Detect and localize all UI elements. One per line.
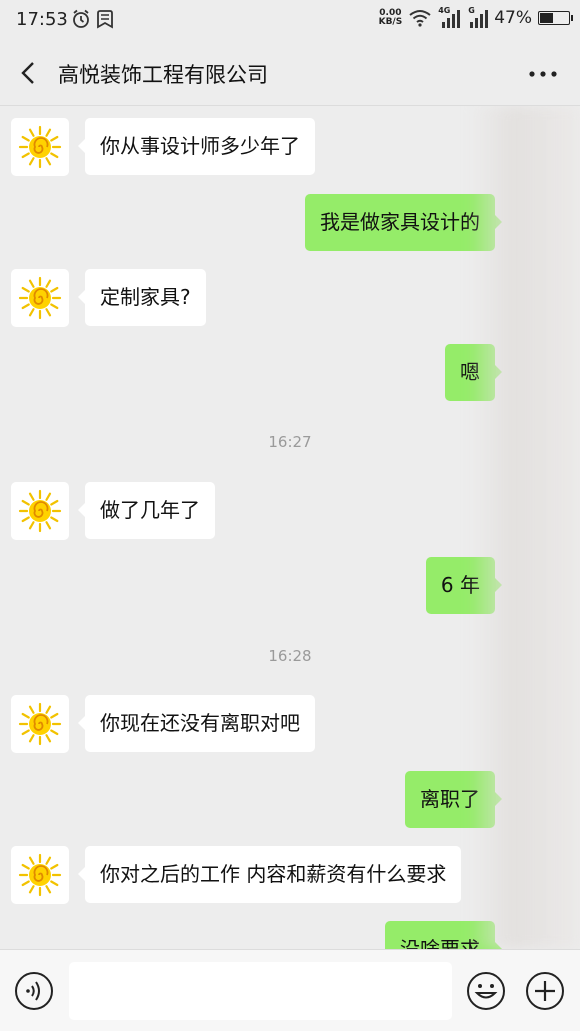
message-bubble-incoming[interactable]: 你现在还没有离职对吧 [78,695,315,752]
signal-4g: 4G [438,6,462,28]
sun-swirl-icon [18,276,62,320]
voice-icon[interactable] [14,971,54,1011]
net-speed: 0.00 KB/S [378,8,403,27]
message-bubble-incoming[interactable]: 做了几年了 [78,482,215,539]
input-bar [0,949,580,1031]
chat-header: 高悦装饰工程有限公司 [0,42,580,106]
sun-swirl-icon [18,125,62,169]
contact-avatar[interactable] [11,269,69,327]
message-input[interactable] [69,962,452,1020]
signal-g: G [468,6,489,28]
back-arrow-icon[interactable] [14,58,44,88]
plus-icon[interactable] [525,971,565,1011]
more-dots-icon[interactable] [526,60,560,88]
message-bubble-incoming[interactable]: 你对之后的工作 内容和薪资有什么要求 [77,846,462,903]
alarm-icon [73,9,89,28]
message-bubble-incoming[interactable]: 你从事设计师多少年了 [78,118,315,175]
sun-swirl-icon [18,489,62,533]
contact-avatar[interactable] [11,695,69,753]
message-bubble-outgoing[interactable]: 我是做家具设计的 [305,194,502,251]
chat-title: 高悦装饰工程有限公司 [58,63,268,87]
battery-icon [538,11,573,25]
contact-avatar[interactable] [11,482,69,540]
message-list[interactable]: 你从事设计师多少年了 我是做家具设计的 定制家具? 嗯 16:27 做了几年了 … [0,106,580,949]
status-bar: 17:53 0.00 KB/S 4G G 47% [0,0,580,42]
wifi-icon [409,10,431,27]
message-bubble-incoming[interactable]: 定制家具? [78,269,206,326]
privacy-blur [470,106,580,949]
sun-swirl-icon [18,702,62,746]
notification-icon [97,10,113,29]
contact-avatar[interactable] [11,846,69,904]
status-time: 17:53 [16,9,68,30]
emoji-icon[interactable] [466,971,506,1011]
sun-swirl-icon [18,853,62,897]
contact-avatar[interactable] [11,118,69,176]
status-right: 0.00 KB/S 4G G 47% [378,6,573,28]
battery-percent: 47% [494,8,532,28]
